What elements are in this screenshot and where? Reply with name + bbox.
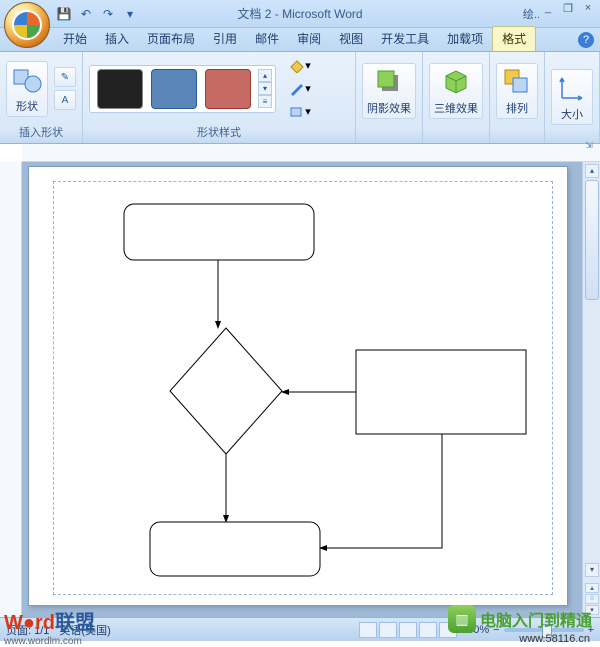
- flowchart-node[interactable]: [124, 204, 314, 260]
- flowchart: [54, 182, 554, 596]
- shadow-icon: [373, 66, 405, 98]
- text-box-button[interactable]: A: [54, 90, 76, 110]
- gallery-more-icon[interactable]: ≡: [258, 95, 272, 108]
- help-icon[interactable]: ?: [578, 32, 594, 48]
- outline-view-icon[interactable]: [419, 622, 437, 638]
- prev-page-icon[interactable]: ▴: [585, 583, 599, 593]
- shapes-label: 形状: [16, 98, 38, 114]
- vertical-scrollbar[interactable]: ▴ ▾ ▴ ○ ▾: [582, 162, 600, 617]
- size-launcher-icon[interactable]: ⇲: [583, 140, 595, 152]
- shadow-label: 阴影效果: [367, 100, 411, 116]
- arrange-label: 排列: [506, 100, 528, 116]
- tab-developer[interactable]: 开发工具: [372, 27, 438, 51]
- style-swatch-3[interactable]: [205, 69, 251, 109]
- paint-bucket-icon: [289, 59, 305, 73]
- 3d-effects-button[interactable]: 三维效果: [429, 63, 483, 119]
- flowchart-node[interactable]: [356, 350, 526, 434]
- shapes-icon: [11, 64, 43, 96]
- edit-shape-button[interactable]: ✎: [54, 67, 76, 87]
- shape-fill-button[interactable]: ▾: [286, 56, 314, 76]
- size-label: 大小: [561, 106, 583, 122]
- shadow-effects-button[interactable]: 阴影效果: [362, 63, 416, 119]
- arrange-button[interactable]: 排列: [496, 63, 538, 119]
- document-area: [22, 162, 582, 617]
- scroll-down-icon[interactable]: ▾: [585, 563, 599, 577]
- watermark-logo-icon: ▥: [448, 605, 476, 633]
- watermark-right-url: www.58116.cn: [519, 633, 590, 645]
- redo-icon[interactable]: ↷: [100, 6, 116, 22]
- restore-button[interactable]: ❐: [560, 2, 576, 16]
- close-button[interactable]: ×: [580, 2, 596, 16]
- group-size: 大小 ⇲: [545, 52, 600, 143]
- web-layout-view-icon[interactable]: [399, 622, 417, 638]
- contextual-tab-label: 绘..: [523, 6, 540, 22]
- ribbon-tabs: 开始 插入 页面布局 引用 邮件 审阅 视图 开发工具 加载项 格式 ?: [0, 28, 600, 52]
- change-shape-icon: [289, 105, 305, 119]
- undo-icon[interactable]: ↶: [78, 6, 94, 22]
- qat-customize-icon[interactable]: ▾: [122, 6, 138, 22]
- size-icon: [556, 72, 588, 104]
- group-insert-shapes: 形状 ✎ A 插入形状: [0, 52, 83, 143]
- scroll-thumb[interactable]: [585, 180, 599, 300]
- tab-review[interactable]: 审阅: [288, 27, 330, 51]
- tab-addins[interactable]: 加载项: [438, 27, 492, 51]
- group-arrange: 排列: [490, 52, 545, 143]
- shape-outline-button[interactable]: ▾: [286, 79, 314, 99]
- page[interactable]: [28, 166, 568, 606]
- vertical-ruler[interactable]: [0, 162, 22, 617]
- gallery-up-icon[interactable]: ▴: [258, 69, 272, 82]
- arrange-icon: [501, 66, 533, 98]
- watermark-left: W●rd联盟: [4, 606, 95, 635]
- watermark-left-url: www.wordlm.com: [4, 636, 82, 647]
- office-logo-icon: [12, 10, 42, 40]
- 3d-label: 三维效果: [434, 100, 478, 116]
- flowchart-node[interactable]: [150, 522, 320, 576]
- change-shape-button[interactable]: ▾: [286, 102, 314, 122]
- tab-mailings[interactable]: 邮件: [246, 27, 288, 51]
- tab-page-layout[interactable]: 页面布局: [138, 27, 204, 51]
- tab-format[interactable]: 格式: [492, 26, 536, 51]
- tab-insert[interactable]: 插入: [96, 27, 138, 51]
- full-screen-view-icon[interactable]: [379, 622, 397, 638]
- tab-references[interactable]: 引用: [204, 27, 246, 51]
- size-button[interactable]: 大小: [551, 69, 593, 125]
- ribbon: 形状 ✎ A 插入形状 ▴ ▾ ≡ ▾: [0, 52, 600, 144]
- print-layout-view-icon[interactable]: [359, 622, 377, 638]
- window-title: 文档 2 - Microsoft Word: [237, 5, 362, 22]
- group-shadow: 阴影效果: [356, 52, 423, 143]
- group-3d: 三维效果: [423, 52, 490, 143]
- tab-view[interactable]: 视图: [330, 27, 372, 51]
- flowchart-node[interactable]: [170, 328, 282, 454]
- shapes-button[interactable]: 形状: [6, 61, 48, 117]
- cube-icon: [440, 66, 472, 98]
- style-swatch-1[interactable]: [97, 69, 143, 109]
- title-bar: 💾 ↶ ↷ ▾ 文档 2 - Microsoft Word 绘.. _ ❐ ×: [0, 0, 600, 28]
- save-icon[interactable]: 💾: [56, 6, 72, 22]
- minimize-button[interactable]: _: [540, 2, 556, 16]
- browse-object-icon[interactable]: ○: [585, 594, 599, 604]
- office-button[interactable]: [4, 2, 50, 48]
- drawing-canvas[interactable]: [53, 181, 553, 595]
- view-buttons: [359, 622, 457, 638]
- window-controls: _ ❐ ×: [540, 2, 596, 16]
- pen-icon: [289, 82, 305, 96]
- watermark-right: ▥ 电脑入门到精通: [448, 605, 592, 633]
- group-shape-styles: ▴ ▾ ≡ ▾ ▾ ▾ 形状样式: [83, 52, 356, 143]
- horizontal-ruler[interactable]: [22, 144, 600, 162]
- quick-access-toolbar: 💾 ↶ ↷ ▾: [56, 6, 138, 22]
- tab-home[interactable]: 开始: [54, 27, 96, 51]
- style-swatch-2[interactable]: [151, 69, 197, 109]
- gallery-down-icon[interactable]: ▾: [258, 82, 272, 95]
- scroll-up-icon[interactable]: ▴: [585, 164, 599, 178]
- group-insert-shapes-label: 插入形状: [6, 122, 76, 142]
- shape-style-gallery[interactable]: ▴ ▾ ≡: [89, 65, 276, 113]
- group-shape-styles-label: 形状样式: [89, 122, 349, 142]
